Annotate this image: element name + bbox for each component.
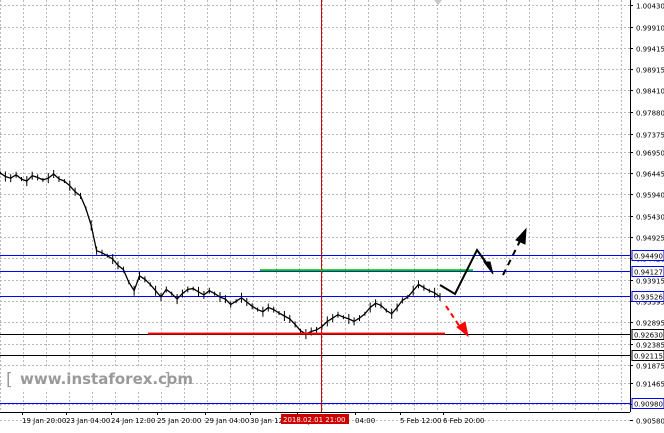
chart: 1.00430 0.99910 0.99415 0.98915 0.98410 0.978… — [0, 0, 664, 429]
y-tick-label: 0.90580 — [636, 418, 664, 426]
x-tick-label: 24 Jan 12:00 — [111, 417, 155, 425]
chart-background — [0, 0, 664, 429]
y-tick-label: 0.91875 — [636, 363, 664, 371]
y-tick-label: 0.95430 — [636, 214, 664, 222]
y-tick-label: 0.96445 — [636, 171, 664, 179]
y-tick-label: 0.99415 — [636, 46, 664, 54]
x-tick-label: 6 Feb 20:00 — [443, 417, 484, 425]
x-tick-label: 5 Feb 12:00 — [400, 417, 441, 425]
x-tick-label: 23 Jan 04:00 — [66, 417, 110, 425]
y-tick-label: 0.98410 — [636, 88, 664, 96]
level-label: 0.94127 — [634, 269, 663, 277]
level-label: 0.92115 — [634, 353, 663, 361]
watermark-bracket-right: ] — [164, 370, 171, 390]
x-tick-label: 04:00 — [355, 417, 375, 425]
level-label: 0.90980 — [634, 401, 663, 409]
y-tick-label: 0.98915 — [636, 67, 664, 75]
y-tick-label: 0.99910 — [636, 25, 664, 33]
x-tick-label: 25 Jan 20:00 — [157, 417, 201, 425]
chart-svg: 1.00430 0.99910 0.99415 0.98915 0.98410 0.978… — [0, 0, 664, 429]
level-label: 0.94490 — [634, 253, 663, 261]
y-tick-label: 0.96950 — [636, 150, 664, 158]
cursor-label: 2018.02.01 21:00 — [283, 416, 345, 424]
y-tick-label: 1.00430 — [636, 3, 664, 11]
watermark-bracket-left: [ — [6, 370, 13, 390]
y-tick-label: 0.97880 — [636, 110, 664, 118]
y-tick-label: 0.95940 — [636, 192, 664, 200]
y-tick-label: 0.97375 — [636, 132, 664, 140]
level-label: 0.92630 — [634, 332, 663, 340]
y-tick-label: 0.91465 — [636, 381, 664, 389]
y-tick-label: 0.94925 — [636, 235, 664, 243]
level-label: 0.93526 — [634, 294, 663, 302]
y-tick-label: 0.92895 — [636, 320, 664, 328]
y-tick-label: 0.92385 — [636, 342, 664, 350]
x-tick-label: 29 Jan 04:00 — [205, 417, 249, 425]
x-tick-label: 19 Jan 20:00 — [22, 417, 66, 425]
y-tick-label: 0.93915 — [636, 278, 664, 286]
